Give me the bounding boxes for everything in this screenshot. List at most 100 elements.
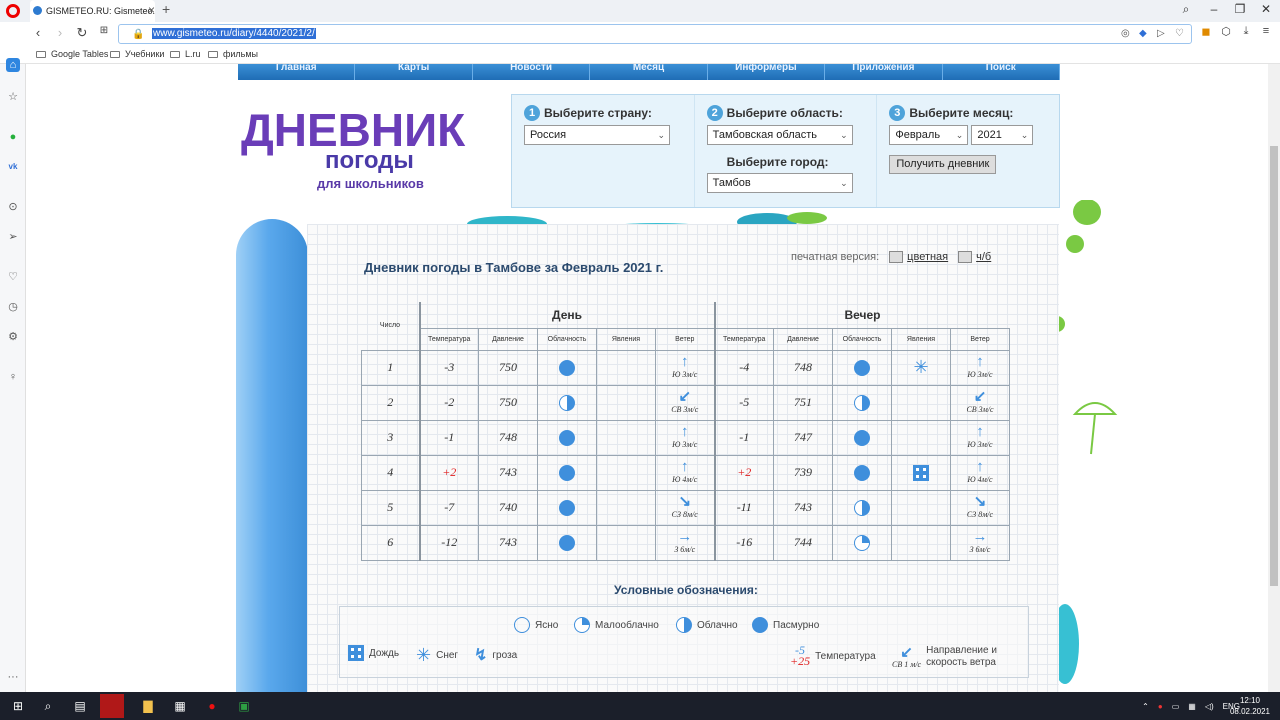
nav-maps[interactable]: Карты	[355, 64, 473, 80]
bookmark-google-tables[interactable]: Google Tables	[36, 49, 108, 59]
heart-icon[interactable]: ♡	[1175, 28, 1184, 39]
wind-arrow-icon: ↙	[973, 388, 987, 405]
clock[interactable]: 12:10 08.02.2021	[1230, 695, 1270, 717]
wind-arrow-icon: ↑	[976, 423, 984, 440]
bookmark-filmy[interactable]: фильмы	[208, 49, 258, 59]
nav-main[interactable]: Главная	[238, 64, 356, 80]
network-icon[interactable]: ▦	[1188, 702, 1196, 711]
settings-icon[interactable]: ⚙	[6, 330, 20, 344]
back-icon[interactable]: ‹	[30, 25, 46, 40]
nav-news[interactable]: Новости	[473, 64, 591, 80]
legend-cloudy: Облачно	[676, 617, 738, 633]
month-column: 3 Выберите месяц: Февраль ⌄ 2021 ⌄ Получить…	[877, 95, 1059, 207]
day-wind: ↙ СВ 3м/с	[655, 384, 715, 421]
wind-arrow-icon: →	[677, 528, 693, 545]
history-icon[interactable]: ◷	[6, 300, 20, 314]
opera-logo-icon[interactable]	[6, 4, 20, 18]
evening-phenomena: ✳	[891, 349, 951, 386]
col-day-cloudiness: Облачность	[537, 327, 597, 351]
record-tray-icon[interactable]: ●	[1158, 702, 1163, 711]
month-label: Выберите месяц:	[909, 106, 1014, 120]
nav-informers[interactable]: Информеры	[708, 64, 826, 80]
download-icon[interactable]: ⤓	[1238, 25, 1254, 38]
speed-dial-icon[interactable]: ⊞	[96, 25, 112, 36]
extension-icon[interactable]: ◼	[1198, 25, 1214, 38]
heart-icon[interactable]: ♡	[6, 270, 20, 284]
wind-speed: СЗ 8м/с	[671, 509, 698, 519]
wind-arrow-icon: ↑	[976, 458, 984, 475]
bookmark-uchebniki[interactable]: Учебники	[110, 49, 164, 59]
home-icon[interactable]: ⌂	[6, 58, 20, 72]
camera-icon[interactable]: ◎	[1121, 28, 1130, 39]
vk-icon[interactable]: vk	[6, 160, 20, 174]
day-cloudiness	[537, 489, 597, 526]
cube-icon[interactable]: ⬡	[1218, 25, 1234, 38]
day-pressure: 748	[478, 419, 538, 456]
folder-icon	[110, 51, 120, 59]
menu-icon[interactable]: ≡	[1258, 25, 1274, 37]
day-cloudiness	[537, 524, 597, 561]
weather-table: Число День Вечер Температура Давление Об…	[361, 302, 1010, 561]
address-field[interactable]: 🔒 www.gismeteo.ru/diary/4440/2021/2/ ◎ ◆…	[118, 24, 1192, 44]
minimize-icon[interactable]: –	[1204, 2, 1224, 16]
diary-logo[interactable]: ДНЕВНИК погоды для школьников	[237, 94, 487, 194]
search-tabs-icon[interactable]: ⌕	[1176, 2, 1196, 17]
country-column: 1 Выберите страну: Россия ⌄	[512, 95, 695, 207]
app-icon[interactable]: ▦	[172, 698, 188, 714]
print-color-link[interactable]: цветная	[907, 251, 948, 263]
site-nav: Главная Карты Новости Месяц Информеры Пр…	[238, 64, 1060, 80]
tray-chevron-icon[interactable]: ⌃	[1142, 702, 1149, 711]
cloud-icon	[559, 464, 575, 481]
region-select[interactable]: Тамбовская область ⌄	[706, 125, 853, 145]
search-icon[interactable]: ⌕	[40, 698, 56, 714]
reload-icon[interactable]: ↻	[74, 25, 90, 41]
new-tab-icon[interactable]: +	[162, 1, 170, 17]
battery-icon[interactable]: ▭	[1172, 702, 1180, 711]
whatsapp-icon[interactable]: ●	[6, 130, 20, 144]
browser-tab[interactable]: GISMETEO.RU: Gismeteo.Д	[30, 0, 155, 22]
volume-icon[interactable]: ◁)	[1205, 702, 1214, 711]
send-icon[interactable]: ➢	[6, 230, 20, 244]
scrollbar-thumb[interactable]	[1270, 146, 1278, 586]
player-icon[interactable]: ⊙	[6, 200, 20, 214]
task-view-icon[interactable]: ▤	[72, 698, 88, 714]
wind-arrow-icon: ↑	[680, 423, 689, 440]
close-window-icon[interactable]: ✕	[1256, 2, 1276, 16]
bookmark-lru[interactable]: L.ru	[170, 49, 201, 59]
more-icon[interactable]: ···	[6, 670, 20, 684]
star-icon[interactable]: ☆	[6, 90, 20, 104]
excel-icon[interactable]: ▣	[236, 698, 252, 714]
table-row: 1 -3 750 ↑ Ю 3м/с -4 748 ✳ ↑ Ю 3м/с	[361, 349, 1010, 386]
diary-sheet: Дневник погоды в Тамбове за Февраль 2021…	[307, 224, 1059, 692]
file-explorer-icon[interactable]: ▇	[140, 698, 156, 714]
col-day-phenomena: Явления	[596, 327, 656, 351]
windows-start-icon[interactable]: ⊞	[10, 698, 26, 714]
evening-wind: ↑ Ю 4м/с	[950, 454, 1010, 491]
day-number: 6	[361, 524, 420, 561]
shield-icon[interactable]: ◆	[1139, 28, 1147, 39]
opera-sidebar: ⌂ ☆ ● vk ⊙ ➢ ♡ ◷ ⚙ ♀ ···	[0, 58, 26, 692]
restore-icon[interactable]: ❐	[1230, 2, 1250, 16]
opera-taskbar-icon[interactable]	[100, 694, 124, 718]
wind-arrow-icon: ↘	[973, 493, 987, 510]
col-day-wind: Ветер	[655, 327, 715, 351]
logo-subtitle: погоды	[325, 147, 414, 174]
send-icon[interactable]: ▷	[1157, 28, 1165, 39]
tab-close-icon[interactable]: ×	[148, 3, 155, 17]
year-select[interactable]: 2021 ⌄	[971, 125, 1034, 145]
evening-cloudiness	[832, 454, 892, 491]
get-diary-button[interactable]: Получить дневник	[889, 155, 997, 174]
nav-month[interactable]: Месяц	[590, 64, 708, 80]
forward-icon[interactable]: ›	[52, 25, 68, 40]
country-select[interactable]: Россия ⌄	[524, 125, 670, 145]
print-bw-link[interactable]: ч/б	[976, 251, 991, 263]
page-scrollbar[interactable]	[1268, 64, 1280, 692]
bulb-icon[interactable]: ♀	[6, 370, 20, 384]
nav-apps[interactable]: Приложения	[825, 64, 943, 80]
wind-speed: Ю 4м/с	[967, 474, 993, 484]
month-select[interactable]: Февраль ⌄	[889, 125, 969, 145]
city-select[interactable]: Тамбов ⌄	[706, 173, 853, 193]
recorder-icon[interactable]: ●	[204, 698, 220, 714]
url-text[interactable]: www.gismeteo.ru/diary/4440/2021/2/	[152, 28, 316, 39]
nav-search[interactable]: Поиск	[943, 64, 1060, 80]
